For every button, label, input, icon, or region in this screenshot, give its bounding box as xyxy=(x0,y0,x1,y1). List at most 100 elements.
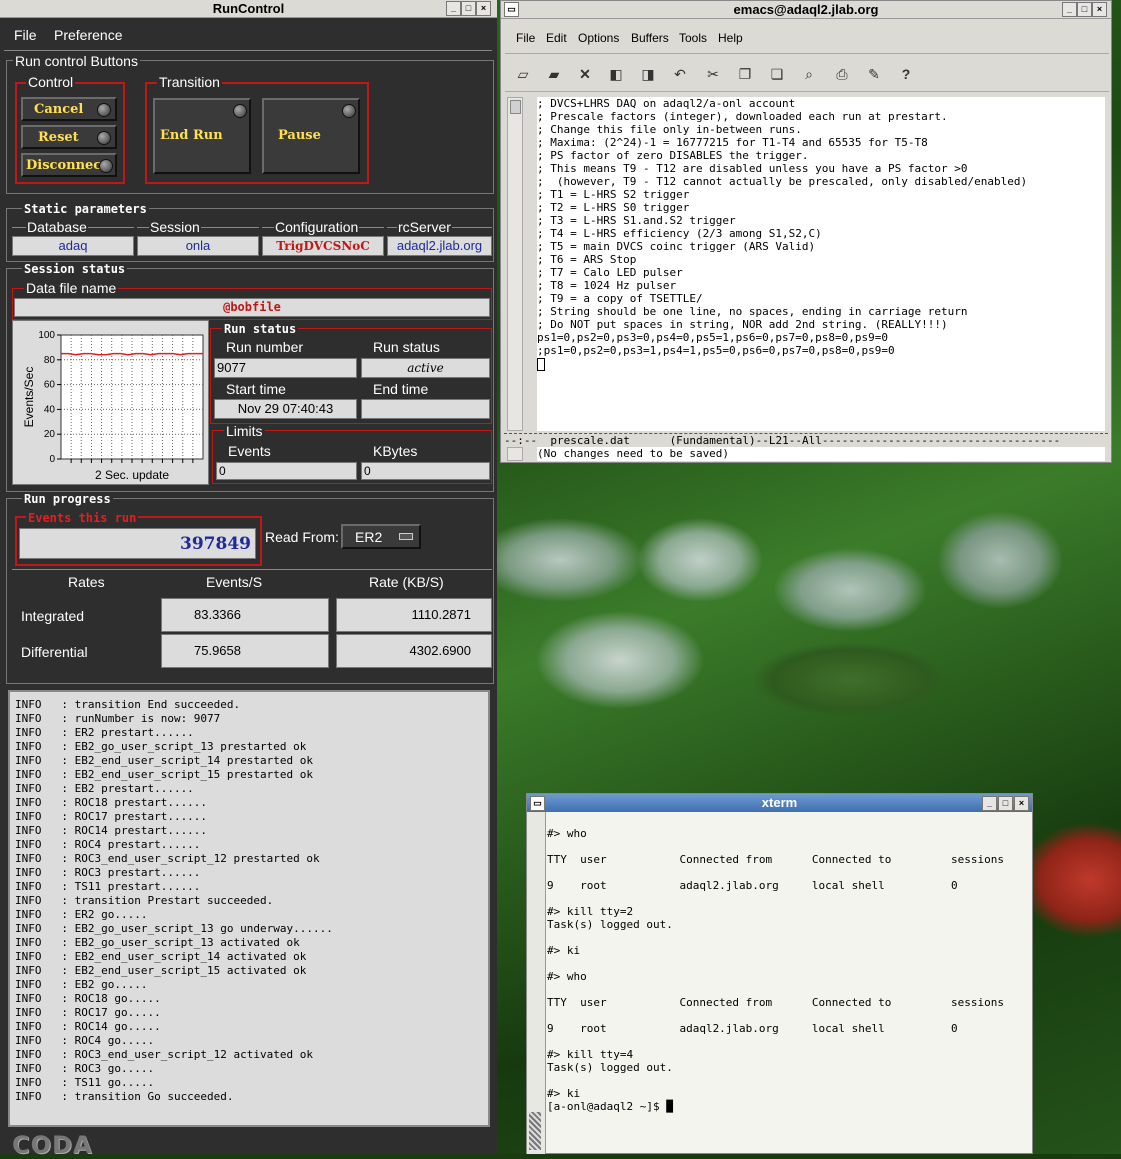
emacs-menu-tools[interactable]: Tools xyxy=(679,31,707,45)
minimize-icon[interactable]: _ xyxy=(1062,2,1077,17)
close-icon[interactable]: ✕ xyxy=(576,65,594,83)
minibuffer-scrollbar xyxy=(507,447,523,461)
log-line: INFO : EB2_end_user_script_14 prestarted… xyxy=(15,754,314,767)
maximize-icon[interactable]: □ xyxy=(998,796,1013,811)
end-run-button-label: End Run xyxy=(160,128,223,143)
xterm-scrollbar[interactable] xyxy=(527,812,546,1154)
buffer-line: ; (however, T9 - T12 cannot actually be … xyxy=(537,175,1028,188)
close-icon[interactable]: × xyxy=(1092,2,1107,17)
differential-events-value: 75.9658 xyxy=(161,634,329,668)
terminal-line: 9 root adaql2.jlab.org local shell 0 xyxy=(547,1022,958,1035)
print-icon[interactable]: ⎙ xyxy=(833,65,851,83)
y-tick-label: 60 xyxy=(44,380,56,391)
reset-button[interactable]: Reset xyxy=(21,125,117,149)
xterm-titlebar[interactable]: ▭ xterm _ □ × xyxy=(527,794,1032,812)
open-folder-icon[interactable]: ▰ xyxy=(545,65,563,83)
disconnect-button[interactable]: Disconnect xyxy=(21,153,117,177)
events-limit-input[interactable]: 0 xyxy=(216,462,357,480)
configuration-header: Configuration xyxy=(274,219,360,235)
emacs-mode-line: --:-- prescale.dat (Fundamental)--L21--A… xyxy=(504,433,1108,448)
close-icon[interactable]: × xyxy=(1014,796,1029,811)
events-per-sec-header: Events/S xyxy=(206,574,263,590)
new-file-icon[interactable]: ▱ xyxy=(514,65,532,83)
minimize-icon[interactable]: _ xyxy=(982,796,997,811)
cancel-led-icon xyxy=(97,103,111,117)
coda-logo: CODA xyxy=(12,1131,93,1159)
data-file-value[interactable]: @bobfile xyxy=(14,298,490,317)
log-line: INFO : EB2_go_user_script_13 prestarted … xyxy=(15,740,307,753)
emacs-titlebar[interactable]: ▭ emacs@adaql2.jlab.org _ □ × xyxy=(501,1,1111,19)
log-line: INFO : EB2_end_user_script_14 activated … xyxy=(15,950,307,963)
runcontrol-titlebar[interactable]: RunControl _ □ × xyxy=(0,0,497,18)
copy-icon[interactable]: ❐ xyxy=(736,65,754,83)
static-parameters-label: Static parameters xyxy=(22,202,149,216)
event-rate-chart-panel: 100 80 60 40 20 0 Events/Sec 2 Sec. update xyxy=(12,320,209,485)
message-log[interactable]: INFO : transition End succeeded. INFO : r… xyxy=(8,690,490,1127)
kbytes-limit-input[interactable]: 0 xyxy=(361,462,490,480)
log-line: INFO : transition Go succeeded. xyxy=(15,1090,234,1103)
pause-button-label: Pause xyxy=(278,128,321,143)
pause-button[interactable]: Pause xyxy=(262,98,360,174)
read-from-select[interactable]: ER2 xyxy=(341,524,421,549)
cut-icon[interactable]: ✂ xyxy=(704,65,722,83)
log-line: INFO : ROC3_end_user_script_12 activated… xyxy=(15,1048,314,1061)
emacs-menu-edit[interactable]: Edit xyxy=(546,31,567,45)
text-cursor xyxy=(537,357,545,371)
scroll-thumb[interactable] xyxy=(510,100,521,114)
emacs-buffer[interactable]: ; DVCS+LHRS DAQ on adaql2/a-onl account;… xyxy=(537,97,1105,431)
window-title: RunControl xyxy=(212,1,285,16)
run-status-field-label: Run status xyxy=(373,339,440,355)
xterm-terminal[interactable]: #> who TTY user Connected from Connected… xyxy=(547,814,1027,1154)
search-icon[interactable]: ⌕ xyxy=(800,65,818,83)
log-line: INFO : TS11 go..... xyxy=(15,1076,155,1089)
help-icon[interactable]: ? xyxy=(897,65,915,83)
integrated-events-value: 83.3366 xyxy=(161,598,329,632)
cancel-button[interactable]: Cancel xyxy=(21,97,117,121)
emacs-minibuffer[interactable]: (No changes need to be saved) xyxy=(537,447,1105,461)
save-icon[interactable]: ◧ xyxy=(607,65,625,83)
reset-button-label: Reset xyxy=(38,130,79,145)
emacs-menu-options[interactable]: Options xyxy=(578,31,619,45)
emacs-menu-file[interactable]: File xyxy=(516,31,535,45)
buffer-line: ; T3 = L-HRS S1.and.S2 trigger xyxy=(537,214,736,227)
preferences-icon[interactable]: ✎ xyxy=(865,65,883,83)
window-menu-icon[interactable]: ▭ xyxy=(504,2,519,17)
menu-file[interactable]: File xyxy=(14,27,37,43)
save-as-icon[interactable]: ◨ xyxy=(639,65,657,83)
logo-bar: CODA xyxy=(8,1131,490,1159)
maximize-icon[interactable]: □ xyxy=(1077,2,1092,17)
window-menu-icon[interactable]: ▭ xyxy=(530,796,545,811)
start-time-label: Start time xyxy=(226,381,286,397)
end-run-button[interactable]: End Run xyxy=(153,98,251,174)
y-tick-label: 80 xyxy=(44,355,56,366)
undo-icon[interactable]: ↶ xyxy=(671,65,689,83)
emacs-menu-buffers[interactable]: Buffers xyxy=(631,31,669,45)
log-line: INFO : EB2_end_user_script_15 prestarted… xyxy=(15,768,314,781)
menu-preference[interactable]: Preference xyxy=(54,27,123,43)
end-time-value xyxy=(361,399,490,419)
maximize-icon[interactable]: □ xyxy=(461,1,476,16)
paste-icon[interactable]: ❏ xyxy=(768,65,786,83)
buffer-line: ; T2 = L-HRS S0 trigger xyxy=(537,201,690,214)
log-line: INFO : transition Prestart succeeded. xyxy=(15,894,274,907)
rcserver-value: adaql2.jlab.org xyxy=(387,236,492,256)
buffer-line: ; Maxima: (2^24)-1 = 16777215 for T1-T4 … xyxy=(537,136,928,149)
database-header: Database xyxy=(26,219,88,235)
run-number-label: Run number xyxy=(226,339,304,355)
scroll-thumb[interactable] xyxy=(529,1112,541,1150)
run-progress-label: Run progress xyxy=(22,492,113,506)
emacs-scrollbar[interactable] xyxy=(507,97,523,431)
log-line: INFO : ROC4 go..... xyxy=(15,1034,155,1047)
emacs-menu-help[interactable]: Help xyxy=(718,31,743,45)
minimize-icon[interactable]: _ xyxy=(446,1,461,16)
run-status-label: Run status xyxy=(222,322,299,336)
close-icon[interactable]: × xyxy=(476,1,491,16)
buffer-line: ; Prescale factors (integer), downloaded… xyxy=(537,110,948,123)
log-line: INFO : EB2 go..... xyxy=(15,978,148,991)
session-status-label: Session status xyxy=(22,262,128,276)
dropdown-indicator-icon xyxy=(399,533,413,540)
